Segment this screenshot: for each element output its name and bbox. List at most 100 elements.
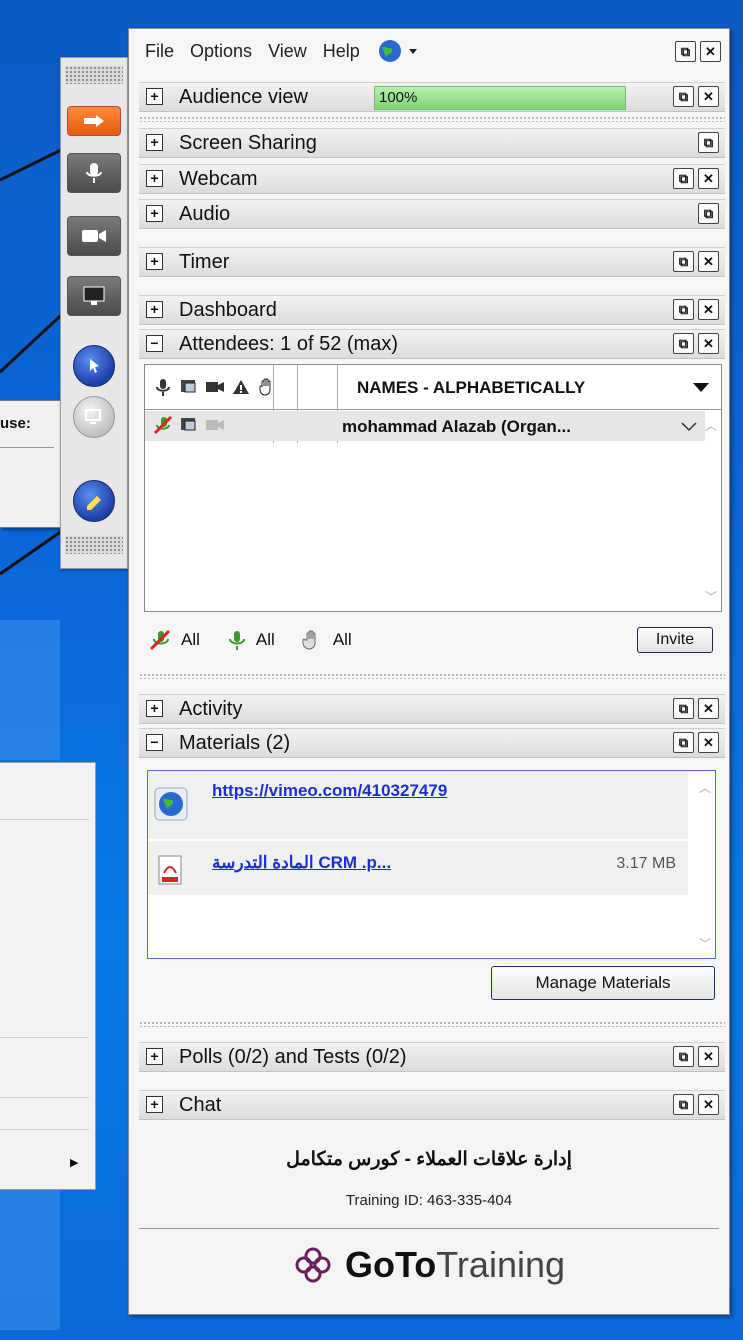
monitor-icon (85, 409, 101, 424)
plus-icon[interactable]: + (146, 170, 163, 187)
list-item[interactable]: المادة التدرسة CRM .p... 3.17 MB (148, 841, 688, 895)
invite-button[interactable]: Invite (637, 627, 713, 653)
close-icon[interactable]: ✕ (698, 698, 719, 719)
menu-help[interactable]: Help (323, 41, 360, 62)
minus-icon[interactable]: − (146, 335, 163, 352)
table-row[interactable]: mohammad Alazab (Organ... (145, 411, 705, 441)
menu-separator (0, 1037, 89, 1038)
section-activity: + Activity ⧉ ✕ (139, 694, 725, 724)
screen-share-button[interactable] (67, 276, 121, 316)
plus-icon[interactable]: + (146, 700, 163, 717)
toolbar-grip-bottom[interactable] (65, 536, 123, 554)
restore-icon[interactable]: ⧉ (673, 1094, 694, 1115)
section-dashboard: + Dashboard ⧉ ✕ (139, 295, 725, 325)
globe-icon[interactable] (376, 39, 418, 63)
section-screen-sharing: + Screen Sharing ⧉ (139, 128, 725, 158)
pointer-button[interactable] (73, 345, 115, 387)
sort-dropdown-icon[interactable] (693, 383, 709, 392)
minus-icon[interactable]: − (146, 734, 163, 751)
plus-icon[interactable]: + (146, 88, 163, 105)
warning-icon[interactable] (231, 377, 251, 397)
section-title: Attendees: 1 of 52 (max) (179, 333, 399, 355)
restore-icon[interactable]: ⧉ (673, 168, 694, 189)
restore-icon[interactable]: ⧉ (673, 1046, 694, 1067)
restore-icon[interactable]: ⧉ (698, 132, 719, 153)
plus-icon[interactable]: + (146, 301, 163, 318)
menu-options[interactable]: Options (190, 41, 252, 62)
mic-icon[interactable] (153, 377, 173, 397)
unmute-all-button[interactable]: All (226, 629, 275, 651)
material-link[interactable]: المادة التدرسة CRM .p... (212, 853, 391, 873)
camera-icon (82, 230, 106, 242)
hand-icon[interactable] (257, 377, 277, 397)
restore-icon[interactable]: ⧉ (675, 41, 696, 62)
restore-icon[interactable]: ⧉ (698, 203, 719, 224)
chevron-down-icon[interactable] (681, 421, 697, 433)
close-icon[interactable]: ✕ (700, 41, 721, 62)
manage-materials-button[interactable]: Manage Materials (491, 966, 715, 1000)
restore-icon[interactable]: ⧉ (673, 86, 694, 107)
scroll-up-icon[interactable]: ︿ (705, 417, 717, 434)
submenu-arrow-icon[interactable]: ▶ (70, 1156, 78, 1169)
lower-hands-button[interactable]: All (301, 629, 352, 651)
restore-icon[interactable]: ⧉ (673, 698, 694, 719)
close-icon[interactable]: ✕ (698, 299, 719, 320)
section-title: Materials (2) (179, 732, 291, 754)
drawing-tools-button[interactable] (73, 480, 115, 522)
restore-icon[interactable]: ⧉ (673, 299, 694, 320)
plus-icon[interactable]: + (146, 205, 163, 222)
scroll-down-icon[interactable]: ﹀ (699, 935, 711, 952)
mic-button[interactable] (67, 153, 121, 193)
training-id: Training ID: 463-335-404 (345, 1192, 513, 1209)
menu-separator (0, 1129, 89, 1130)
close-icon[interactable]: ✕ (698, 251, 719, 272)
close-icon[interactable]: ✕ (698, 333, 719, 354)
close-icon[interactable]: ✕ (698, 732, 719, 753)
gototraining-logo: GoToTraining (129, 1244, 729, 1286)
muted-mic-icon[interactable] (153, 415, 173, 435)
menu-separator (0, 819, 89, 820)
menu-view[interactable]: View (268, 41, 307, 62)
plus-icon[interactable]: + (146, 134, 163, 151)
section-webcam: + Webcam ⧉ ✕ (139, 164, 725, 194)
mute-all-button[interactable]: All (149, 629, 200, 651)
names-column-header[interactable]: NAMES - ALPHABETICALLY (357, 378, 585, 398)
splitter[interactable] (139, 116, 725, 122)
section-title: Polls (0/2) and Tests (0/2) (179, 1046, 407, 1068)
highlighter-icon (87, 496, 101, 510)
close-icon[interactable]: ✕ (698, 1046, 719, 1067)
flower-logo-icon (295, 1247, 331, 1283)
course-title: إدارة علاقات العملاء - كورس متكامل (286, 1149, 572, 1170)
plus-icon[interactable]: + (146, 1048, 163, 1065)
menu-file[interactable]: File (145, 41, 174, 62)
restore-icon[interactable]: ⧉ (673, 251, 694, 272)
attendee-controls: All All All (149, 629, 352, 651)
restore-icon[interactable]: ⧉ (673, 333, 694, 354)
hand-icon (302, 630, 316, 650)
section-audio: + Audio ⧉ (139, 199, 725, 229)
splitter[interactable] (139, 1021, 725, 1027)
unmute-all-label: All (255, 630, 275, 649)
toolbar-grip-top[interactable] (65, 66, 123, 84)
section-materials: − Materials (2) ⧉ ✕ (139, 728, 725, 758)
splitter[interactable] (139, 673, 725, 679)
list-item[interactable]: https://vimeo.com/410327479 (148, 771, 688, 839)
close-icon[interactable]: ✕ (698, 168, 719, 189)
scroll-up-icon[interactable]: ︿ (699, 779, 711, 796)
screen-icon[interactable] (179, 377, 199, 397)
restore-icon[interactable]: ⧉ (673, 732, 694, 753)
scroll-down-icon[interactable]: ﹀ (705, 588, 717, 605)
webcam-button[interactable] (67, 216, 121, 256)
section-title: Timer (179, 251, 230, 273)
close-icon[interactable]: ✕ (698, 1094, 719, 1115)
camera-icon[interactable] (205, 377, 225, 397)
table-header: NAMES - ALPHABETICALLY (145, 365, 721, 410)
mic-icon (86, 163, 102, 183)
material-link[interactable]: https://vimeo.com/410327479 (212, 781, 447, 801)
screen-control-button[interactable] (73, 396, 115, 438)
context-menu: ▶ (0, 762, 96, 1190)
plus-icon[interactable]: + (146, 253, 163, 270)
collapse-arrow-button[interactable] (67, 106, 121, 136)
plus-icon[interactable]: + (146, 1096, 163, 1113)
close-icon[interactable]: ✕ (698, 86, 719, 107)
